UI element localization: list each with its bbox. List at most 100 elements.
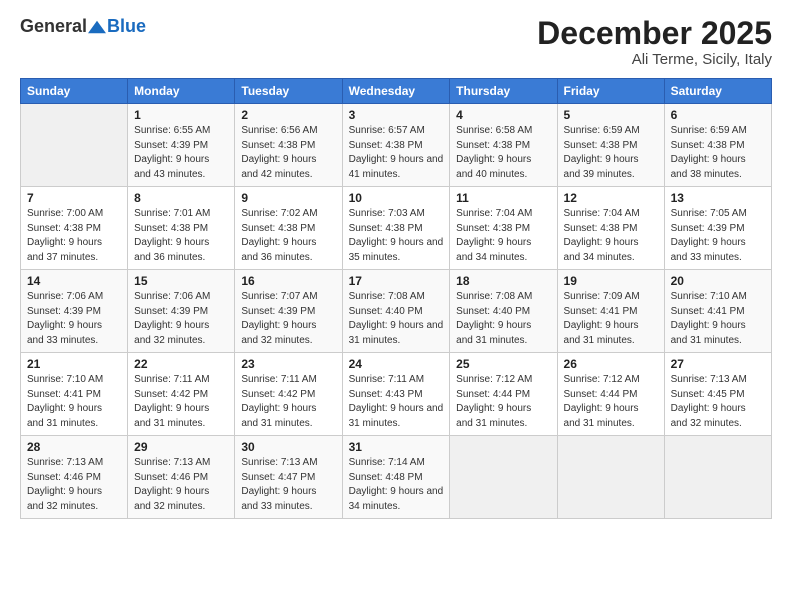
day-info: Sunrise: 7:07 AMSunset: 4:39 PMDaylight:… bbox=[241, 290, 335, 348]
calendar-cell: 5 Sunrise: 6:59 AMSunset: 4:38 PMDaylight… bbox=[557, 104, 664, 187]
logo-blue: Blue bbox=[107, 16, 146, 37]
calendar-cell: 19Sunrise: 7:09 AMSunset: 4:41 PMDayligh… bbox=[557, 270, 664, 353]
day-number: 6 bbox=[671, 108, 765, 122]
day-number: 31 bbox=[349, 440, 444, 454]
calendar-cell: 16 Sunrise: 7:07 AMSunset: 4:39 PMDayligh… bbox=[235, 270, 342, 353]
day-info: Sunrise: 7:14 AMSunset: 4:48 PMDaylight:… bbox=[349, 456, 444, 514]
calendar-cell: 24 Sunrise: 7:11 AMSunset: 4:43 PMDayligh… bbox=[342, 353, 450, 436]
day-number: 30 bbox=[241, 440, 335, 454]
weekday-thursday: Thursday bbox=[450, 79, 557, 104]
calendar-cell: 22 Sunrise: 7:11 AMSunset: 4:42 PMDayligh… bbox=[128, 353, 235, 436]
day-info: Sunrise: 6:59 AMSunset: 4:38 PMDaylight:… bbox=[564, 124, 658, 182]
calendar-cell: 6Sunrise: 6:59 AMSunset: 4:38 PMDaylight… bbox=[664, 104, 771, 187]
calendar-week-2: 7Sunrise: 7:00 AMSunset: 4:38 PMDaylight… bbox=[21, 187, 772, 270]
calendar-cell: 29Sunrise: 7:13 AMSunset: 4:46 PMDayligh… bbox=[128, 436, 235, 519]
calendar-cell bbox=[21, 104, 128, 187]
calendar-header: SundayMondayTuesdayWednesdayThursdayFrid… bbox=[21, 79, 772, 104]
calendar-cell: 28Sunrise: 7:13 AMSunset: 4:46 PMDayligh… bbox=[21, 436, 128, 519]
day-number: 16 bbox=[241, 274, 335, 288]
day-number: 26 bbox=[564, 357, 658, 371]
day-number: 17 bbox=[349, 274, 444, 288]
day-info: Sunrise: 7:10 AMSunset: 4:41 PMDaylight:… bbox=[27, 373, 121, 431]
day-info: Sunrise: 7:08 AMSunset: 4:40 PMDaylight:… bbox=[349, 290, 444, 348]
day-number: 24 bbox=[349, 357, 444, 371]
day-info: Sunrise: 7:13 AMSunset: 4:45 PMDaylight:… bbox=[671, 373, 765, 431]
day-number: 23 bbox=[241, 357, 335, 371]
day-number: 27 bbox=[671, 357, 765, 371]
day-number: 11 bbox=[456, 191, 550, 205]
calendar-cell: 15 Sunrise: 7:06 AMSunset: 4:39 PMDayligh… bbox=[128, 270, 235, 353]
logo-text: General Blue bbox=[20, 16, 146, 37]
calendar-cell: 8Sunrise: 7:01 AMSunset: 4:38 PMDaylight… bbox=[128, 187, 235, 270]
day-info: Sunrise: 7:05 AMSunset: 4:39 PMDaylight:… bbox=[671, 207, 765, 265]
calendar-week-5: 28Sunrise: 7:13 AMSunset: 4:46 PMDayligh… bbox=[21, 436, 772, 519]
month-title: December 2025 bbox=[537, 16, 772, 51]
day-info: Sunrise: 7:11 AMSunset: 4:43 PMDaylight:… bbox=[349, 373, 444, 431]
logo-general: General bbox=[20, 16, 87, 37]
calendar-cell: 3 Sunrise: 6:57 AMSunset: 4:38 PMDaylight… bbox=[342, 104, 450, 187]
day-info: Sunrise: 7:10 AMSunset: 4:41 PMDaylight:… bbox=[671, 290, 765, 348]
day-number: 12 bbox=[564, 191, 658, 205]
calendar-cell: 17 Sunrise: 7:08 AMSunset: 4:40 PMDayligh… bbox=[342, 270, 450, 353]
day-number: 5 bbox=[564, 108, 658, 122]
calendar-cell: 27 Sunrise: 7:13 AMSunset: 4:45 PMDayligh… bbox=[664, 353, 771, 436]
day-info: Sunrise: 6:55 AMSunset: 4:39 PMDaylight:… bbox=[134, 124, 228, 182]
day-info: Sunrise: 7:08 AMSunset: 4:40 PMDaylight:… bbox=[456, 290, 550, 348]
day-number: 20 bbox=[671, 274, 765, 288]
day-info: Sunrise: 7:12 AMSunset: 4:44 PMDaylight:… bbox=[564, 373, 658, 431]
day-info: Sunrise: 7:01 AMSunset: 4:38 PMDaylight:… bbox=[134, 207, 228, 265]
weekday-wednesday: Wednesday bbox=[342, 79, 450, 104]
calendar-cell: 26 Sunrise: 7:12 AMSunset: 4:44 PMDayligh… bbox=[557, 353, 664, 436]
day-info: Sunrise: 6:56 AMSunset: 4:38 PMDaylight:… bbox=[241, 124, 335, 182]
title-block: December 2025 Ali Terme, Sicily, Italy bbox=[537, 16, 772, 68]
day-info: Sunrise: 7:09 AMSunset: 4:41 PMDaylight:… bbox=[564, 290, 658, 348]
day-number: 25 bbox=[456, 357, 550, 371]
day-info: Sunrise: 7:06 AMSunset: 4:39 PMDaylight:… bbox=[134, 290, 228, 348]
day-number: 14 bbox=[27, 274, 121, 288]
calendar-cell: 2 Sunrise: 6:56 AMSunset: 4:38 PMDaylight… bbox=[235, 104, 342, 187]
day-info: Sunrise: 6:58 AMSunset: 4:38 PMDaylight:… bbox=[456, 124, 550, 182]
calendar-cell: 12 Sunrise: 7:04 AMSunset: 4:38 PMDayligh… bbox=[557, 187, 664, 270]
weekday-tuesday: Tuesday bbox=[235, 79, 342, 104]
day-number: 15 bbox=[134, 274, 228, 288]
logo: General Blue bbox=[20, 16, 146, 37]
calendar-cell: 25Sunrise: 7:12 AMSunset: 4:44 PMDayligh… bbox=[450, 353, 557, 436]
calendar-cell: 13 Sunrise: 7:05 AMSunset: 4:39 PMDayligh… bbox=[664, 187, 771, 270]
calendar-cell bbox=[664, 436, 771, 519]
day-info: Sunrise: 7:00 AMSunset: 4:38 PMDaylight:… bbox=[27, 207, 121, 265]
calendar-cell: 21 Sunrise: 7:10 AMSunset: 4:41 PMDayligh… bbox=[21, 353, 128, 436]
calendar-cell bbox=[450, 436, 557, 519]
day-number: 13 bbox=[671, 191, 765, 205]
calendar-body: 1 Sunrise: 6:55 AMSunset: 4:39 PMDaylight… bbox=[21, 104, 772, 519]
day-info: Sunrise: 6:57 AMSunset: 4:38 PMDaylight:… bbox=[349, 124, 444, 182]
weekday-header-row: SundayMondayTuesdayWednesdayThursdayFrid… bbox=[21, 79, 772, 104]
header: General Blue December 2025 Ali Terme, Si… bbox=[20, 16, 772, 68]
weekday-sunday: Sunday bbox=[21, 79, 128, 104]
day-number: 1 bbox=[134, 108, 228, 122]
day-info: Sunrise: 7:04 AMSunset: 4:38 PMDaylight:… bbox=[456, 207, 550, 265]
day-info: Sunrise: 7:11 AMSunset: 4:42 PMDaylight:… bbox=[134, 373, 228, 431]
calendar-cell: 14 Sunrise: 7:06 AMSunset: 4:39 PMDayligh… bbox=[21, 270, 128, 353]
calendar-cell: 7Sunrise: 7:00 AMSunset: 4:38 PMDaylight… bbox=[21, 187, 128, 270]
day-number: 3 bbox=[349, 108, 444, 122]
day-number: 28 bbox=[27, 440, 121, 454]
calendar-week-3: 14 Sunrise: 7:06 AMSunset: 4:39 PMDayligh… bbox=[21, 270, 772, 353]
calendar-cell: 9Sunrise: 7:02 AMSunset: 4:38 PMDaylight… bbox=[235, 187, 342, 270]
day-info: Sunrise: 7:06 AMSunset: 4:39 PMDaylight:… bbox=[27, 290, 121, 348]
calendar-cell: 11 Sunrise: 7:04 AMSunset: 4:38 PMDayligh… bbox=[450, 187, 557, 270]
day-info: Sunrise: 7:04 AMSunset: 4:38 PMDaylight:… bbox=[564, 207, 658, 265]
calendar-week-1: 1 Sunrise: 6:55 AMSunset: 4:39 PMDaylight… bbox=[21, 104, 772, 187]
calendar-week-4: 21 Sunrise: 7:10 AMSunset: 4:41 PMDayligh… bbox=[21, 353, 772, 436]
calendar-cell bbox=[557, 436, 664, 519]
day-number: 2 bbox=[241, 108, 335, 122]
calendar-cell: 23Sunrise: 7:11 AMSunset: 4:42 PMDayligh… bbox=[235, 353, 342, 436]
weekday-monday: Monday bbox=[128, 79, 235, 104]
logo-icon bbox=[88, 20, 106, 34]
day-number: 21 bbox=[27, 357, 121, 371]
day-number: 18 bbox=[456, 274, 550, 288]
day-info: Sunrise: 7:13 AMSunset: 4:47 PMDaylight:… bbox=[241, 456, 335, 514]
calendar-cell: 20 Sunrise: 7:10 AMSunset: 4:41 PMDayligh… bbox=[664, 270, 771, 353]
calendar-table: SundayMondayTuesdayWednesdayThursdayFrid… bbox=[20, 78, 772, 519]
weekday-saturday: Saturday bbox=[664, 79, 771, 104]
day-number: 22 bbox=[134, 357, 228, 371]
